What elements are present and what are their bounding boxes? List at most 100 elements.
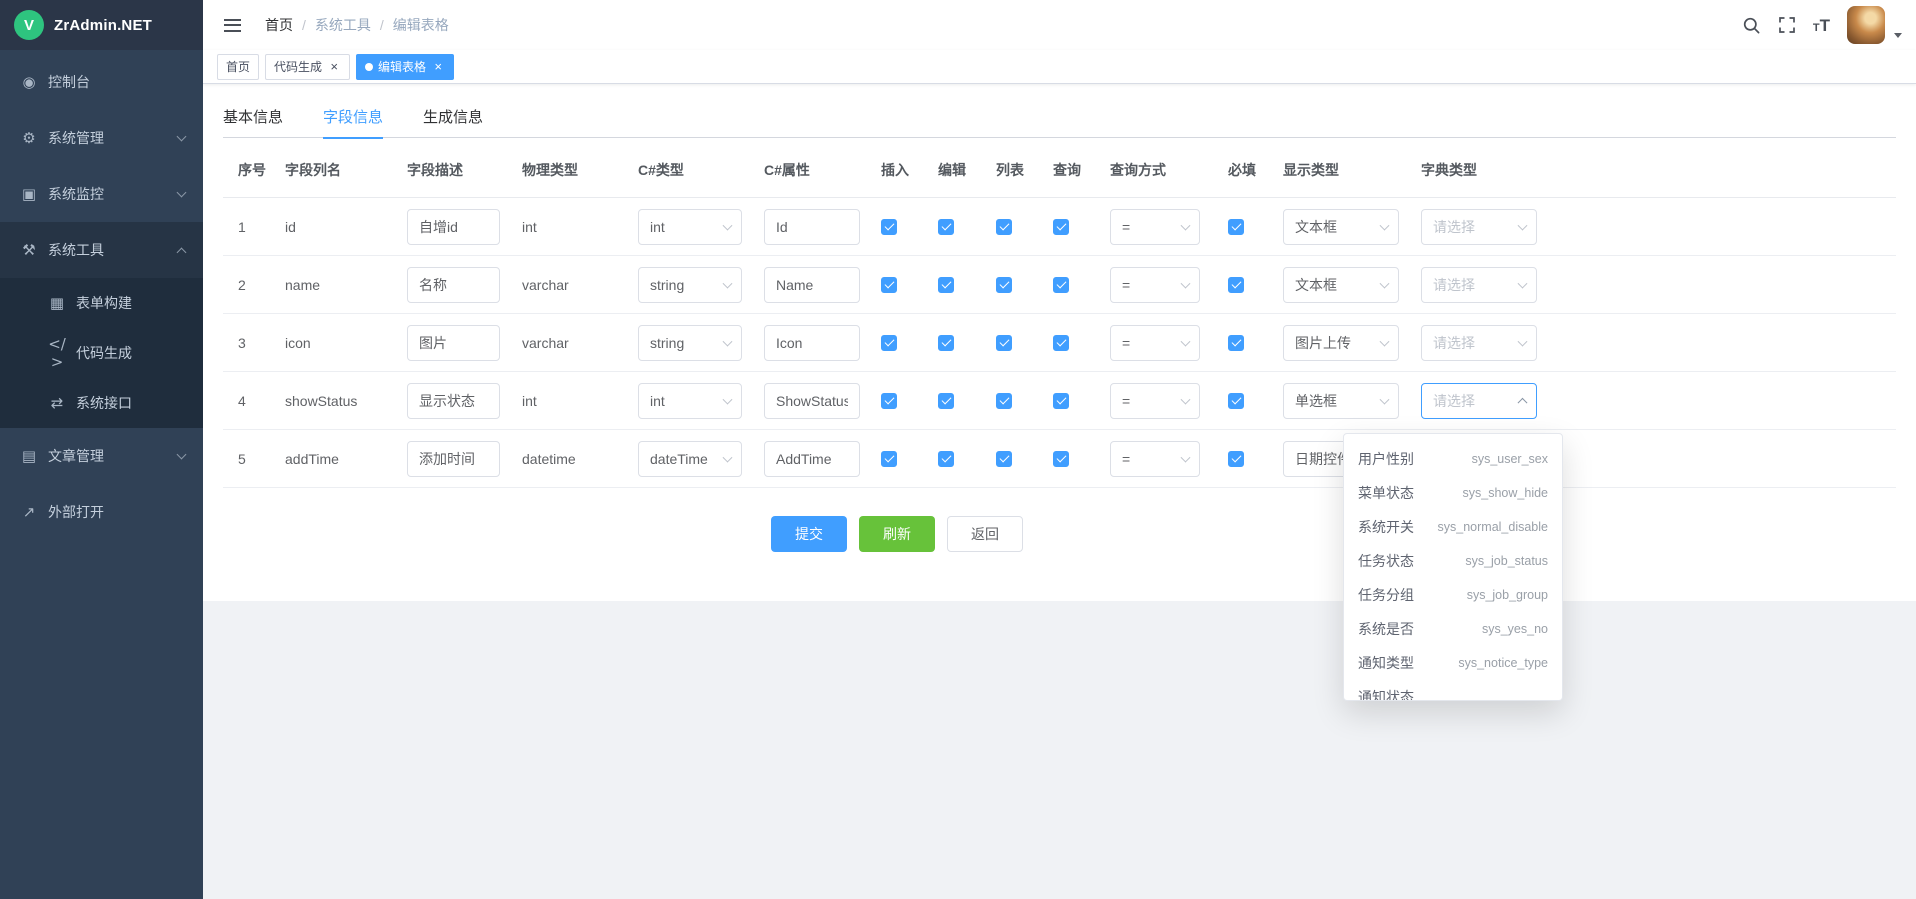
back-button[interactable]: 返回: [947, 516, 1023, 552]
list-checkbox[interactable]: [996, 451, 1012, 467]
required-checkbox[interactable]: [1228, 335, 1244, 351]
refresh-button[interactable]: 刷新: [859, 516, 935, 552]
dropdown-option[interactable]: 用户性别 sys_user_sex: [1344, 442, 1562, 476]
insert-checkbox[interactable]: [881, 335, 897, 351]
content-tab[interactable]: 基本信息: [223, 98, 283, 138]
query-mode-select[interactable]: =: [1110, 209, 1200, 245]
content-tab[interactable]: 生成信息: [423, 98, 483, 138]
description-input[interactable]: [407, 325, 500, 361]
sidebar-item[interactable]: ▤ 文章管理: [0, 428, 203, 484]
search-icon[interactable]: [1742, 16, 1761, 35]
cs-property-input[interactable]: [764, 209, 860, 245]
required-checkbox[interactable]: [1228, 451, 1244, 467]
description-input[interactable]: [407, 441, 500, 477]
breadcrumb-item[interactable]: 首页: [265, 15, 293, 35]
sidebar-item[interactable]: ⚒ 系统工具: [0, 222, 203, 278]
tag[interactable]: 代码生成: [265, 54, 350, 80]
sidebar-item[interactable]: ◉ 控制台: [0, 54, 203, 110]
sidebar-item[interactable]: ⇄ 系统接口: [0, 378, 203, 428]
chevron-down-icon: [1518, 220, 1528, 230]
dropdown-option[interactable]: 系统开关 sys_normal_disable: [1344, 510, 1562, 544]
query-checkbox[interactable]: [1053, 219, 1069, 235]
edit-checkbox[interactable]: [938, 277, 954, 293]
cs-type-select[interactable]: int: [638, 209, 742, 245]
avatar[interactable]: [1847, 6, 1885, 44]
display-type-select[interactable]: 文本框: [1283, 267, 1399, 303]
sidebar-item-label: 系统管理: [48, 128, 168, 148]
dropdown-option[interactable]: 任务分组 sys_job_group: [1344, 578, 1562, 612]
option-value: sys_job_group: [1467, 588, 1548, 602]
sidebar-item[interactable]: ▣ 系统监控: [0, 166, 203, 222]
cs-type-select[interactable]: dateTime: [638, 441, 742, 477]
tag[interactable]: 首页: [217, 54, 259, 80]
submit-button[interactable]: 提交: [771, 516, 847, 552]
close-icon[interactable]: [327, 60, 341, 74]
query-mode-value: =: [1122, 277, 1130, 293]
sidebar-item-label: 表单构建: [76, 293, 185, 313]
cs-property-input[interactable]: [764, 325, 860, 361]
caret-down-icon[interactable]: [1894, 33, 1902, 38]
required-checkbox[interactable]: [1228, 219, 1244, 235]
breadcrumb-item[interactable]: 编辑表格: [393, 15, 449, 35]
insert-checkbox[interactable]: [881, 277, 897, 293]
required-checkbox[interactable]: [1228, 277, 1244, 293]
insert-checkbox[interactable]: [881, 219, 897, 235]
font-size-icon[interactable]: [1813, 17, 1830, 34]
query-mode-select[interactable]: =: [1110, 267, 1200, 303]
dict-type-select[interactable]: 请选择: [1421, 383, 1537, 419]
dict-type-select[interactable]: 请选择: [1421, 209, 1537, 245]
dict-type-select[interactable]: 请选择: [1421, 267, 1537, 303]
fullscreen-icon[interactable]: [1778, 16, 1796, 34]
description-input[interactable]: [407, 267, 500, 303]
edit-checkbox[interactable]: [938, 335, 954, 351]
query-checkbox[interactable]: [1053, 335, 1069, 351]
table-row: 1 id int int: [223, 198, 1896, 256]
query-mode-select[interactable]: =: [1110, 325, 1200, 361]
query-checkbox[interactable]: [1053, 393, 1069, 409]
sidebar-item[interactable]: ▦ 表单构建: [0, 278, 203, 328]
required-checkbox[interactable]: [1228, 393, 1244, 409]
breadcrumb-item[interactable]: 系统工具: [315, 15, 371, 35]
chevron-down-icon: [1380, 220, 1390, 230]
display-type-select[interactable]: 图片上传: [1283, 325, 1399, 361]
logo[interactable]: V ZrAdmin.NET: [0, 0, 203, 50]
dict-type-select[interactable]: 请选择: [1421, 325, 1537, 361]
dropdown-option[interactable]: 任务状态 sys_job_status: [1344, 544, 1562, 578]
display-type-select[interactable]: 单选框: [1283, 383, 1399, 419]
dropdown-option[interactable]: 菜单状态 sys_show_hide: [1344, 476, 1562, 510]
description-input[interactable]: [407, 209, 500, 245]
sidebar-toggle-icon[interactable]: [219, 12, 245, 38]
list-checkbox[interactable]: [996, 335, 1012, 351]
content-tab[interactable]: 字段信息: [323, 98, 383, 138]
cs-type-select[interactable]: string: [638, 325, 742, 361]
insert-checkbox[interactable]: [881, 393, 897, 409]
cs-property-input[interactable]: [764, 383, 860, 419]
sidebar-item[interactable]: </​> 代码生成: [0, 328, 203, 378]
sidebar-item[interactable]: ↗ 外部打开: [0, 484, 203, 540]
query-checkbox[interactable]: [1053, 451, 1069, 467]
sidebar-item-label: 系统监控: [48, 184, 168, 204]
chevron-down-icon: [1518, 336, 1528, 346]
description-input[interactable]: [407, 383, 500, 419]
dropdown-option[interactable]: 通知类型 sys_notice_type: [1344, 646, 1562, 680]
cs-type-select[interactable]: string: [638, 267, 742, 303]
insert-checkbox[interactable]: [881, 451, 897, 467]
list-checkbox[interactable]: [996, 277, 1012, 293]
display-type-select[interactable]: 文本框: [1283, 209, 1399, 245]
edit-checkbox[interactable]: [938, 451, 954, 467]
tag[interactable]: 编辑表格: [356, 54, 454, 80]
cs-property-input[interactable]: [764, 267, 860, 303]
list-checkbox[interactable]: [996, 393, 1012, 409]
close-icon[interactable]: [431, 60, 445, 74]
query-mode-select[interactable]: =: [1110, 383, 1200, 419]
dropdown-option[interactable]: 系统是否 sys_yes_no: [1344, 612, 1562, 646]
query-mode-select[interactable]: =: [1110, 441, 1200, 477]
cs-type-select[interactable]: int: [638, 383, 742, 419]
edit-checkbox[interactable]: [938, 393, 954, 409]
edit-checkbox[interactable]: [938, 219, 954, 235]
list-checkbox[interactable]: [996, 219, 1012, 235]
cs-property-input[interactable]: [764, 441, 860, 477]
sidebar-item[interactable]: ⚙ 系统管理: [0, 110, 203, 166]
query-checkbox[interactable]: [1053, 277, 1069, 293]
dropdown-option[interactable]: 通知状态: [1344, 680, 1562, 701]
